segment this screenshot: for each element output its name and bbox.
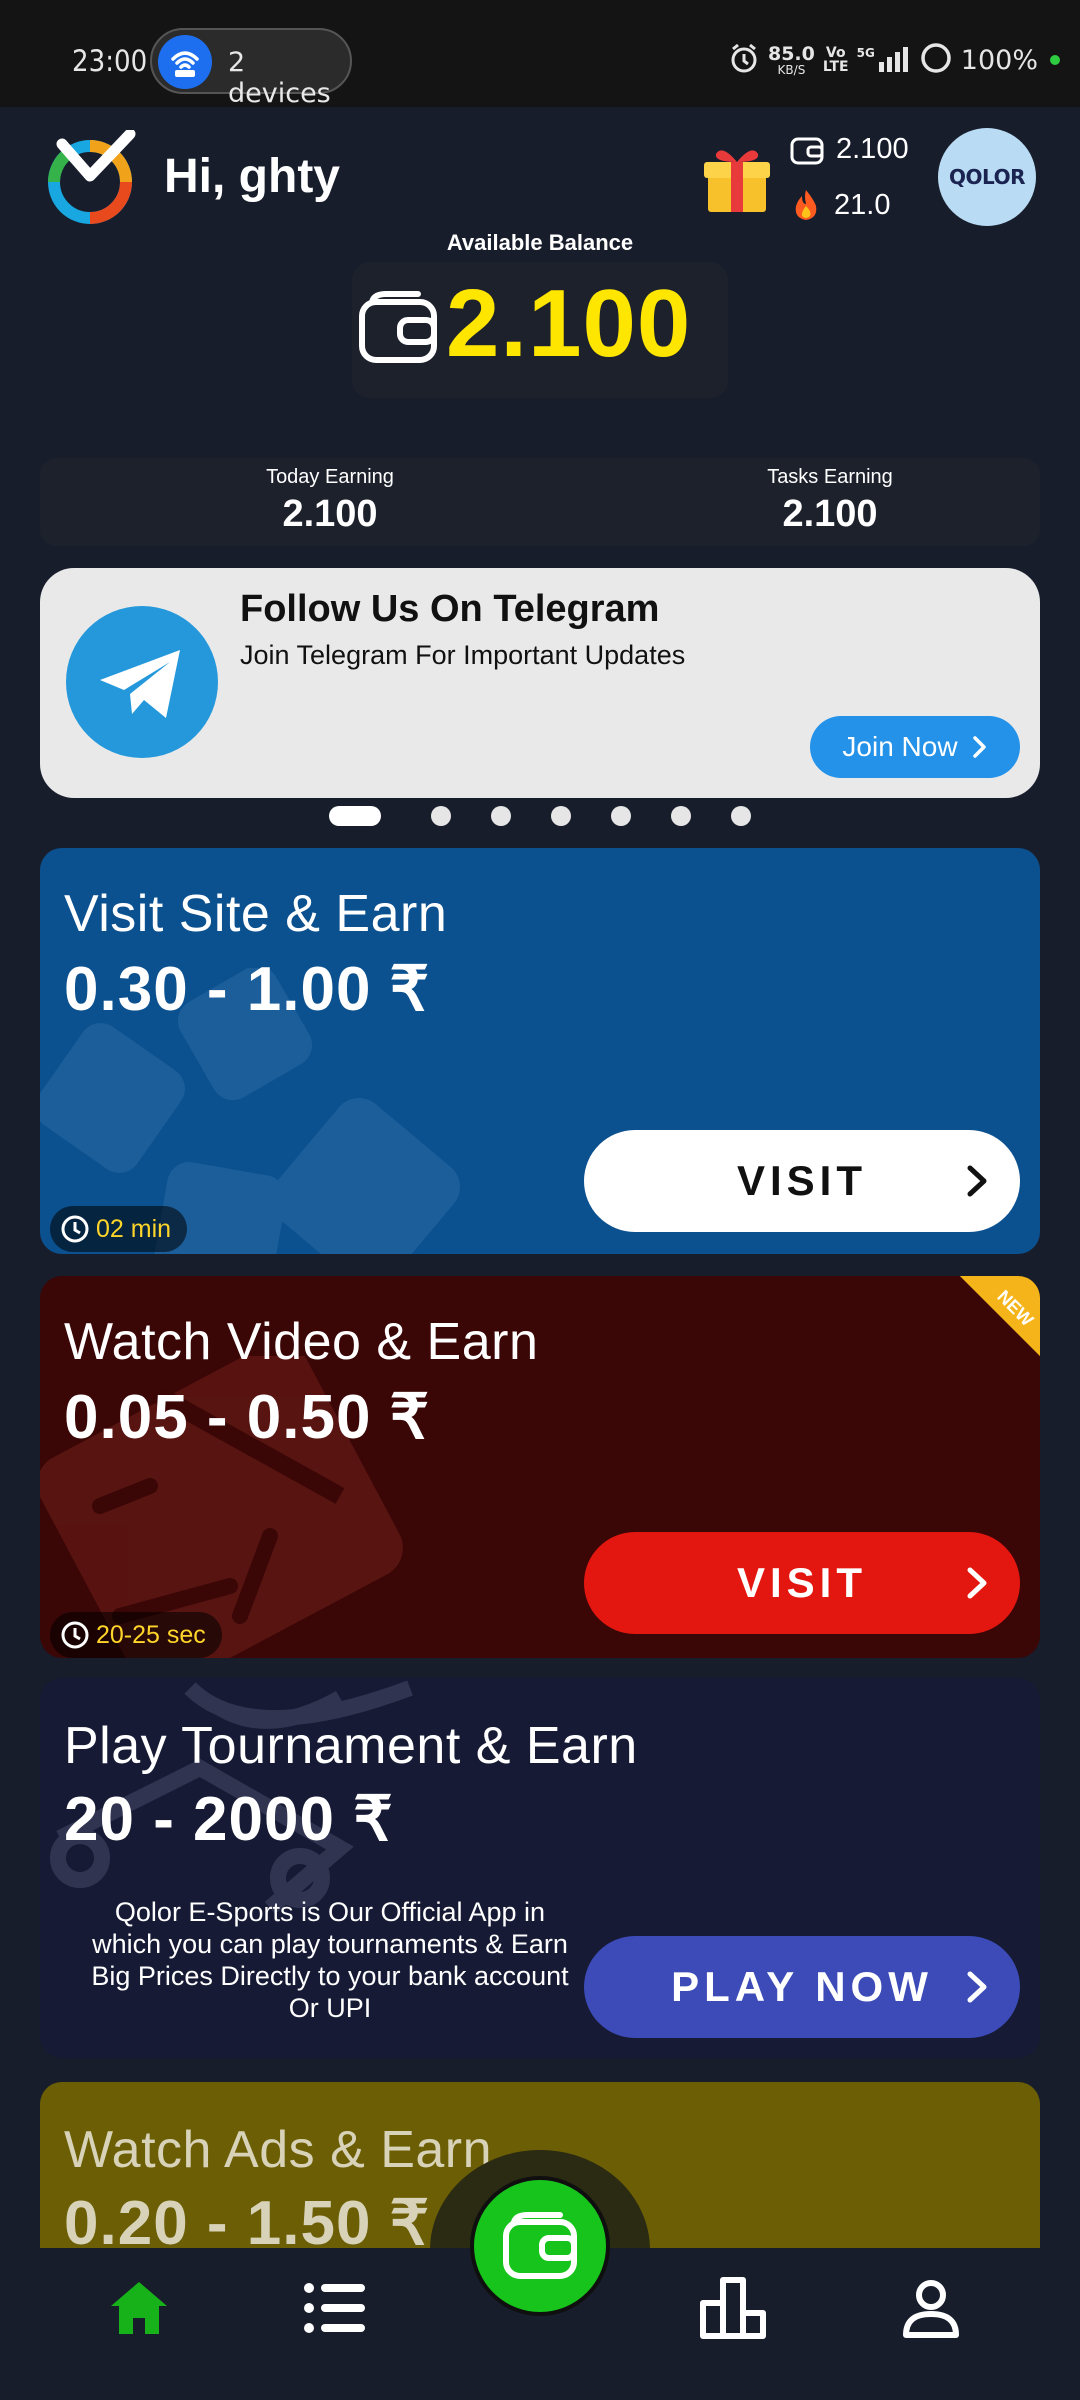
play-now-button[interactable]: PLAY NOW xyxy=(584,1936,1020,2038)
list-icon[interactable] xyxy=(300,2276,370,2340)
tasks-earning: Tasks Earning 2.100 xyxy=(680,466,980,536)
wallet-icon xyxy=(503,2212,577,2279)
wallet-fab-button[interactable] xyxy=(470,2176,610,2316)
task-title: Watch Video & Earn xyxy=(64,1313,539,1371)
streak-stat: 21.0 xyxy=(790,188,890,222)
hotspot-label: 2 devices xyxy=(228,47,331,109)
visit-button[interactable]: VISIT xyxy=(584,1130,1020,1232)
visit-button-label: VISIT xyxy=(736,1157,868,1204)
app-logo xyxy=(42,128,138,226)
hotspot-icon xyxy=(158,35,212,89)
wallet-balance: 2.100 xyxy=(836,133,909,165)
visit-site-card[interactable]: Visit Site & Earn 0.30 - 1.00 ₹ VISIT 02… xyxy=(40,848,1040,1254)
balance-label: Available Balance xyxy=(446,230,634,255)
task-timer-label: 20-25 sec xyxy=(96,1620,206,1649)
balance-box: 2.100 xyxy=(352,262,728,398)
today-earning-value: 2.100 xyxy=(282,493,378,535)
today-earning: Today Earning 2.100 xyxy=(180,466,480,536)
leaderboard-icon[interactable] xyxy=(698,2276,768,2340)
avatar[interactable]: QOLOR xyxy=(938,128,1036,226)
carousel-dot[interactable] xyxy=(671,806,691,826)
join-now-label: Join Now xyxy=(842,731,958,762)
tasks-earning-label: Tasks Earning xyxy=(767,466,893,488)
carousel-dot[interactable] xyxy=(731,806,751,826)
status-dot xyxy=(1050,55,1060,65)
task-title: Visit Site & Earn xyxy=(64,885,448,943)
clock-icon xyxy=(61,1215,89,1243)
visit-button-label: VISIT xyxy=(736,1559,868,1606)
wallet-stat: 2.100 xyxy=(790,133,909,166)
telegram-banner[interactable]: Follow Us On Telegram Join Telegram For … xyxy=(40,568,1040,798)
banner-subtitle: Join Telegram For Important Updates xyxy=(240,640,686,670)
gift-icon[interactable] xyxy=(702,142,772,214)
carousel-dot[interactable] xyxy=(551,806,571,826)
alarm-icon xyxy=(728,42,760,78)
telegram-icon xyxy=(66,606,218,758)
visit-button[interactable]: VISIT xyxy=(584,1532,1020,1634)
task-reward-range: 0.30 - 1.00 ₹ xyxy=(64,955,431,1024)
carousel-dot[interactable] xyxy=(611,806,631,826)
play-now-label: PLAY NOW xyxy=(671,1963,933,2010)
network-speed: 85.0 KB/S xyxy=(767,42,815,77)
join-now-button[interactable]: Join Now xyxy=(810,716,1020,778)
play-tournament-card[interactable]: Play Tournament & Earn 20 - 2000 ₹ Qolor… xyxy=(40,1678,1040,2058)
task-timer-label: 02 min xyxy=(96,1214,172,1243)
carousel-dot[interactable] xyxy=(431,806,451,826)
task-title: Watch Ads & Earn xyxy=(64,2121,493,2179)
task-reward-range: 0.05 - 0.50 ₹ xyxy=(64,1383,431,1452)
carousel-dots xyxy=(0,806,1080,826)
battery-percent: 100% xyxy=(960,44,1038,76)
greeting: Hi, ghty xyxy=(164,150,340,203)
avatar-text: QOLOR xyxy=(949,165,1025,189)
profile-icon[interactable] xyxy=(896,2276,966,2340)
clock-icon xyxy=(61,1621,89,1649)
task-timer: 20-25 sec xyxy=(50,1612,222,1658)
task-timer: 02 min xyxy=(50,1206,188,1252)
fire-icon xyxy=(795,190,817,220)
home-icon[interactable] xyxy=(104,2276,174,2340)
tasks-earning-value: 2.100 xyxy=(782,493,878,535)
hotspot-pill[interactable]: 2 devices xyxy=(150,28,352,109)
wallet-small-icon xyxy=(790,137,824,164)
task-reward-range: 20 - 2000 ₹ xyxy=(64,1785,394,1854)
chevron-right-icon xyxy=(967,1971,987,2003)
chevron-right-icon xyxy=(967,1567,987,1599)
signal-icon: 5G xyxy=(857,46,911,74)
earnings-summary: Today Earning 2.100 Tasks Earning 2.100 xyxy=(40,458,1040,546)
status-time: 23:00 xyxy=(72,44,148,78)
carousel-dot[interactable] xyxy=(491,806,511,826)
carousel-dot[interactable] xyxy=(329,806,381,826)
battery-ring-icon xyxy=(919,41,953,79)
task-description: Qolor E-Sports is Our Official App in wh… xyxy=(91,1897,569,2023)
banner-title: Follow Us On Telegram xyxy=(240,588,660,630)
watch-video-card[interactable]: NEW Watch Video & Earn 0.05 - 0.50 ₹ VIS… xyxy=(40,1276,1040,1658)
streak-value: 21.0 xyxy=(834,188,891,221)
status-icons: 85.0 KB/S Vo LTE 5G 100% xyxy=(728,40,1060,80)
today-earning-label: Today Earning xyxy=(266,466,394,488)
status-bar: 23:00 2 devices 85.0 KB/S Vo LTE 5G 100% xyxy=(0,0,1080,109)
volte-indicator: Vo LTE xyxy=(822,45,849,75)
chevron-right-icon xyxy=(967,1165,987,1197)
task-title: Play Tournament & Earn xyxy=(64,1717,638,1775)
chevron-right-icon xyxy=(972,736,986,758)
balance-value: 2.100 xyxy=(446,270,692,377)
wallet-icon xyxy=(359,291,437,363)
